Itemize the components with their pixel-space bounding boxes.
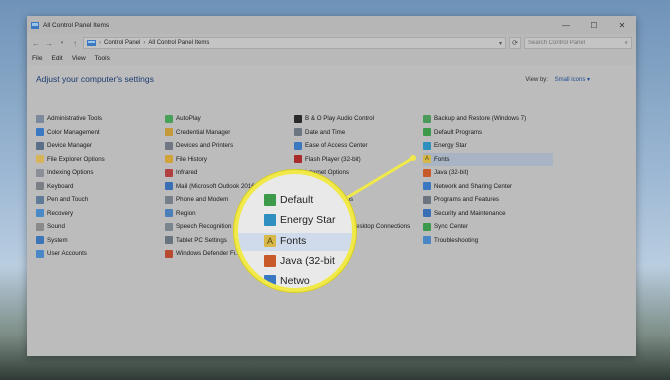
zoomed-item: Netwo bbox=[264, 275, 310, 287]
zoomed-item: Java (32-bit bbox=[264, 255, 335, 267]
zoomed-item: A Fonts bbox=[264, 235, 306, 247]
zoomed-item-label: Default bbox=[280, 194, 314, 206]
energy-star-icon bbox=[264, 214, 276, 226]
zoomed-item-label: Energy Star bbox=[280, 214, 336, 226]
zoomed-item: Default bbox=[264, 194, 313, 206]
zoomed-item-label: Java (32-bit bbox=[280, 255, 335, 267]
fonts-icon: A bbox=[264, 235, 276, 247]
zoomed-item: Energy Star bbox=[264, 214, 335, 226]
zoom-callout: Default Energy Star A Fonts Java (32-bit Netw… bbox=[234, 170, 356, 292]
java-icon bbox=[264, 255, 276, 267]
network-icon bbox=[264, 275, 276, 287]
zoomed-item-label: Fonts bbox=[280, 235, 307, 247]
default-programs-icon bbox=[264, 194, 276, 206]
zoomed-item-label: Netwo bbox=[280, 275, 310, 287]
